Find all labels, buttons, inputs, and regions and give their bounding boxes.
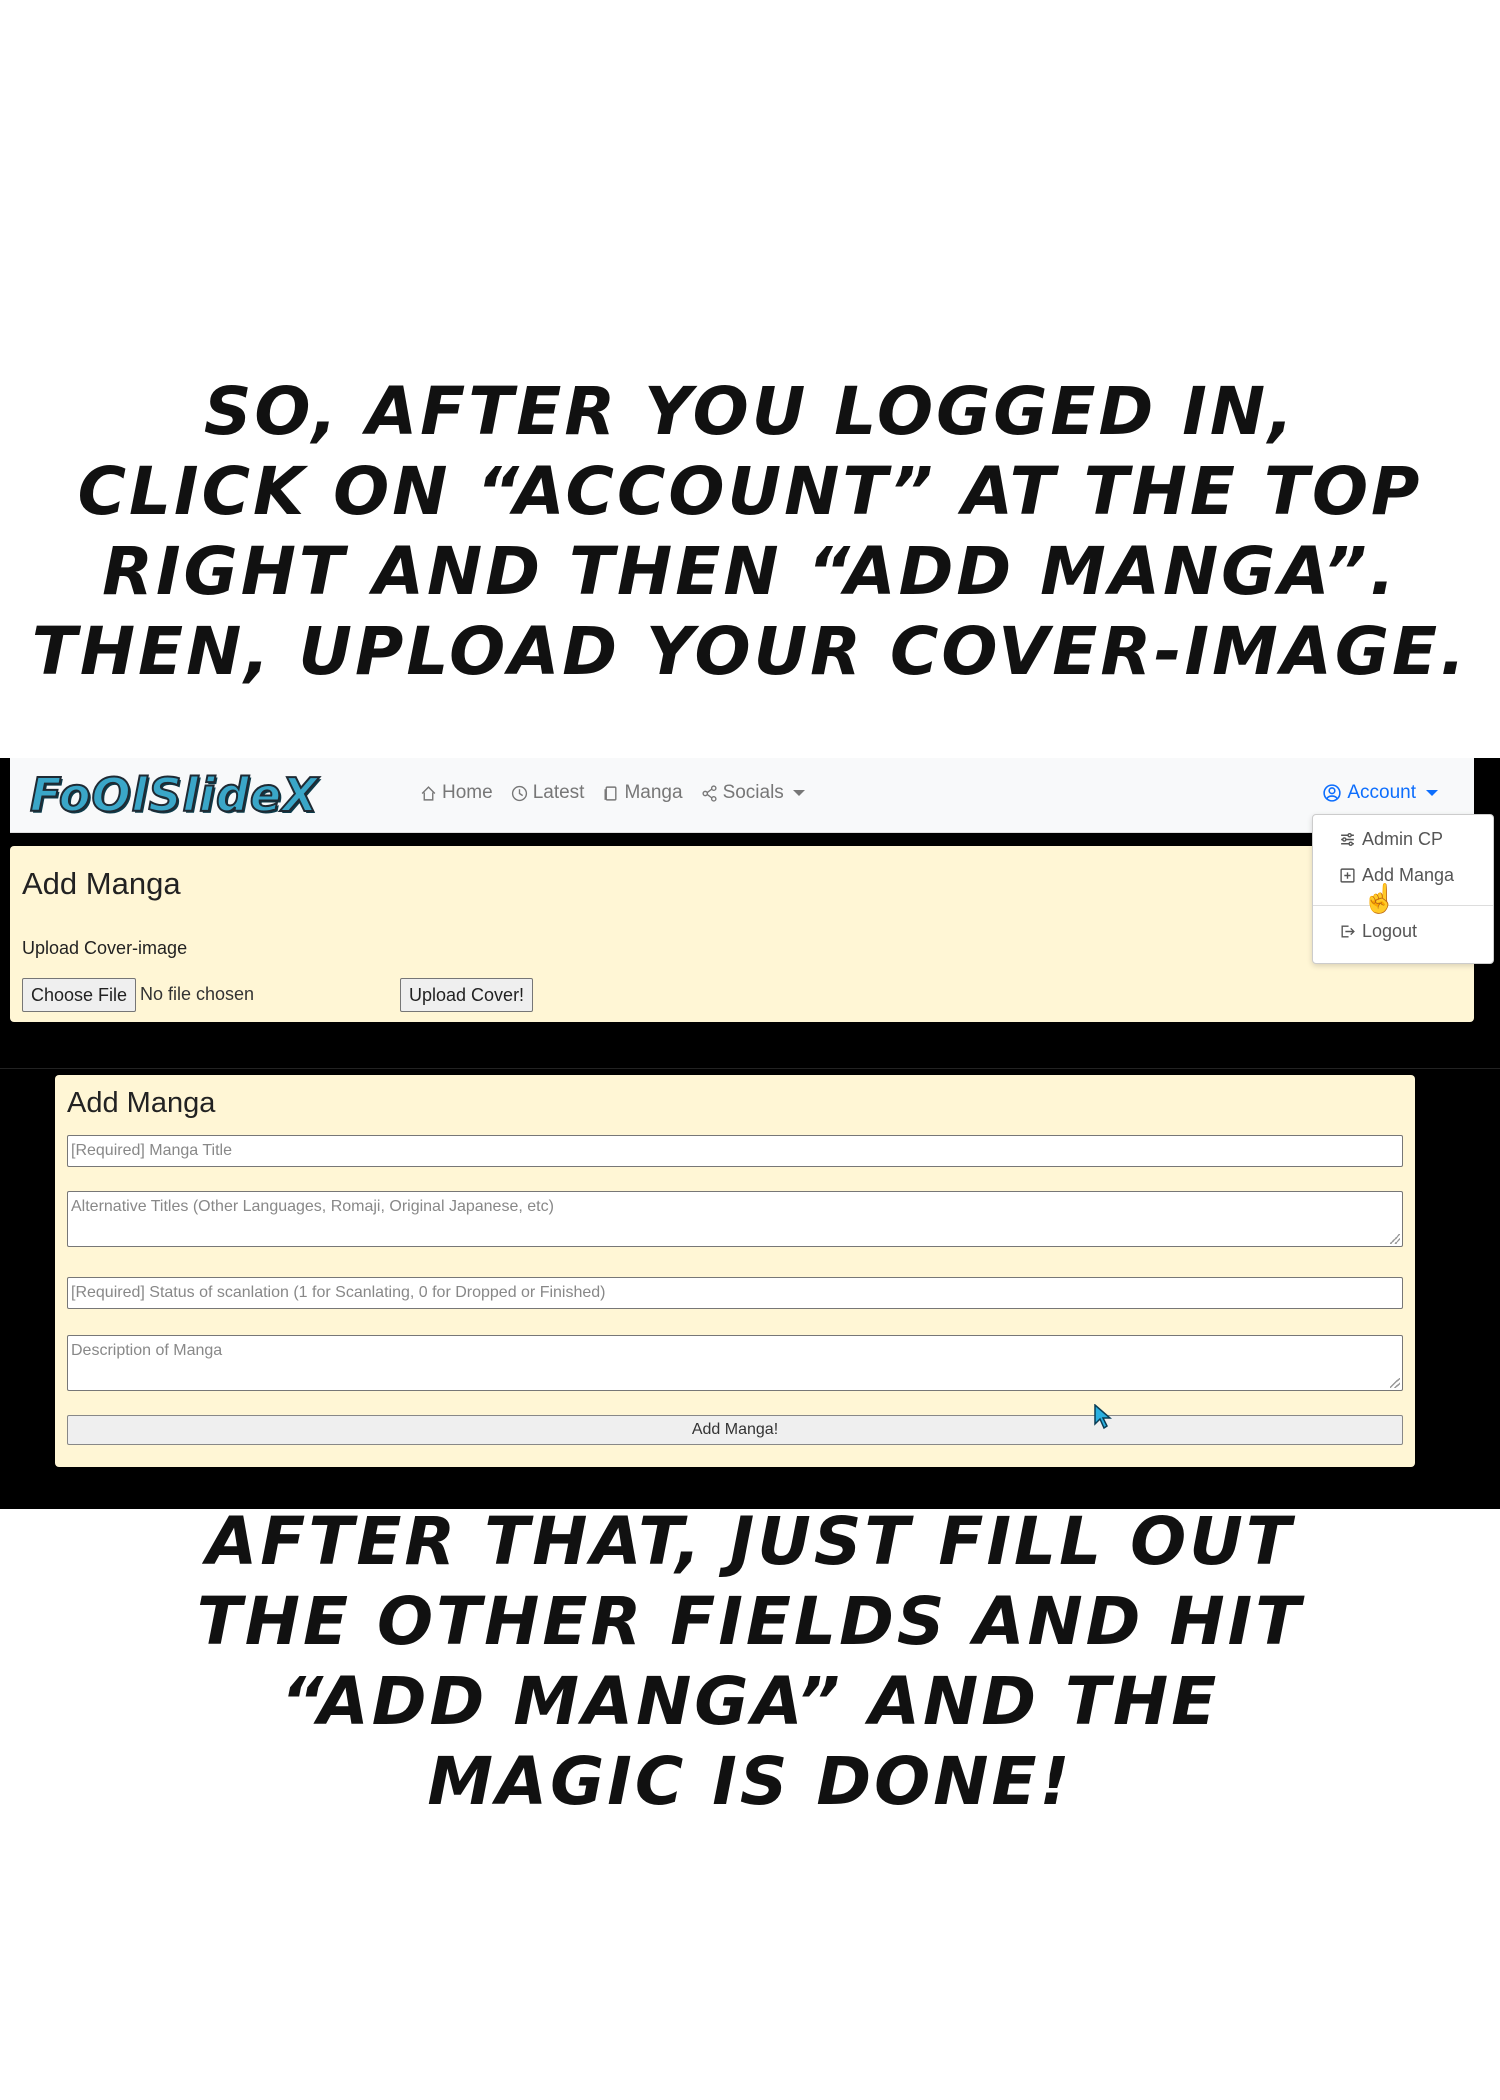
chevron-down-icon <box>1426 790 1438 796</box>
mouse-cursor-icon <box>1094 1404 1112 1430</box>
nav-menu: Home Latest Manga Socials <box>420 782 805 804</box>
site-logo[interactable]: FoOlSlideX <box>29 767 319 823</box>
nav-item-label: Latest <box>532 782 585 803</box>
caption-line: After that, just fill out <box>206 1503 1294 1580</box>
caption-line: click on “Account” at the top <box>77 453 1423 530</box>
user-circle-icon <box>1323 784 1342 802</box>
sliders-icon <box>1341 832 1354 847</box>
copy-icon <box>604 785 617 801</box>
add-manga-form: Add Manga [Required] Manga Title Alterna… <box>55 1075 1415 1467</box>
logout-icon <box>1341 925 1355 938</box>
caption-bottom: After that, just fill out the other fiel… <box>0 1502 1500 1822</box>
upload-cover-card: Add Manga Upload Cover-image Choose File… <box>10 846 1474 1022</box>
dropdown-divider <box>1313 905 1493 906</box>
nav-item-manga[interactable]: Manga <box>602 782 683 804</box>
add-manga-submit-button[interactable]: Add Manga! <box>67 1415 1403 1445</box>
nav-item-label: Home <box>442 782 493 803</box>
navbar: FoOlSlideX Home Latest Manga Socials Acc… <box>10 758 1474 833</box>
resize-handle-icon[interactable] <box>1390 1234 1400 1244</box>
status-input[interactable]: [Required] Status of scanlation (1 for S… <box>67 1277 1403 1309</box>
caption-line: Then, upload your cover-image. <box>31 613 1469 690</box>
account-dropdown: Admin CP Add Manga Logout <box>1312 814 1494 964</box>
screenshot-top: FoOlSlideX Home Latest Manga Socials Acc… <box>0 758 1500 1068</box>
upload-cover-label: Upload Cover-image <box>22 938 188 958</box>
screenshot-bottom: Add Manga [Required] Manga Title Alterna… <box>0 1068 1500 1509</box>
caption-line: the other fields and hit <box>196 1583 1304 1660</box>
description-textarea[interactable]: Description of Manga <box>67 1335 1403 1391</box>
caption-line: So, after you logged in, <box>203 373 1297 450</box>
dropdown-item-label: Logout <box>1362 921 1418 941</box>
nav-item-home[interactable]: Home <box>420 782 493 804</box>
dropdown-item-admin-cp[interactable]: Admin CP <box>1339 829 1443 850</box>
nav-item-latest[interactable]: Latest <box>511 782 585 804</box>
placeholder-text: Description of Manga <box>71 1342 223 1359</box>
plus-square-icon <box>1340 868 1355 883</box>
choose-file-button[interactable]: Choose File <box>22 978 137 1012</box>
home-icon <box>421 785 436 801</box>
caption-line: “Add Manga” and the <box>280 1663 1220 1740</box>
caption-top: So, after you logged in, click on “Accou… <box>0 372 1500 692</box>
dropdown-item-label: Admin CP <box>1362 829 1444 849</box>
form-title: Add Manga <box>67 1087 216 1119</box>
dropdown-item-logout[interactable]: Logout <box>1339 921 1417 942</box>
nav-item-socials[interactable]: Socials <box>701 782 805 804</box>
alternative-titles-textarea[interactable]: Alternative Titles (Other Languages, Rom… <box>67 1191 1403 1247</box>
manga-title-input[interactable]: [Required] Manga Title <box>67 1135 1403 1167</box>
resize-handle-icon[interactable] <box>1390 1378 1400 1388</box>
nav-item-label: Socials <box>722 782 784 803</box>
account-label: Account <box>1347 782 1416 803</box>
caption-line: magic is done! <box>427 1743 1073 1820</box>
caption-line: right and then “Add Manga”. <box>102 533 1398 610</box>
nav-item-label: Manga <box>624 782 683 803</box>
upload-cover-button[interactable]: Upload Cover! <box>400 978 534 1012</box>
card-title: Add Manga <box>22 866 181 901</box>
clock-icon <box>511 785 527 801</box>
file-status-text: No file chosen <box>140 984 255 1004</box>
account-menu-toggle[interactable]: Account <box>1323 782 1438 804</box>
placeholder-text: Alternative Titles (Other Languages, Rom… <box>71 1198 554 1215</box>
hand-pointer-icon: ☝ <box>1362 883 1397 914</box>
share-icon <box>701 784 717 802</box>
chevron-down-icon <box>792 790 805 796</box>
